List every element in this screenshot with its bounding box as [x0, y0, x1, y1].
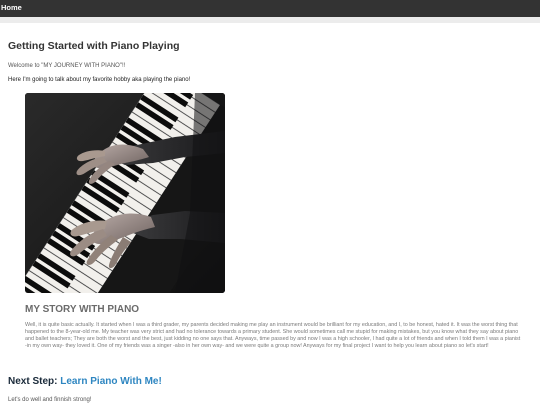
next-step-heading: Next Step: Learn Piano With Me! [8, 376, 162, 387]
welcome-text: Welcome to "MY JOURNEY WITH PIANO"!! [8, 63, 126, 69]
top-nav-bar: Home [0, 0, 540, 17]
page-title: Getting Started with Piano Playing [8, 40, 180, 52]
intro-text: Here I'm going to talk about my favorite… [8, 77, 191, 83]
piano-photo [25, 93, 225, 293]
next-step-prefix: Next Step: [8, 376, 58, 387]
learn-piano-link[interactable]: Learn Piano With Me! [60, 376, 162, 387]
closing-text: Let's do well and finnish strong! [8, 397, 92, 403]
piano-hands-image [25, 93, 225, 293]
story-body: Well, it is quite basic actually. It sta… [25, 322, 521, 349]
nav-home-link[interactable]: Home [0, 0, 26, 17]
main-content: Getting Started with Piano Playing Welco… [0, 23, 540, 405]
story-heading: MY STORY WITH PIANO [25, 304, 140, 315]
